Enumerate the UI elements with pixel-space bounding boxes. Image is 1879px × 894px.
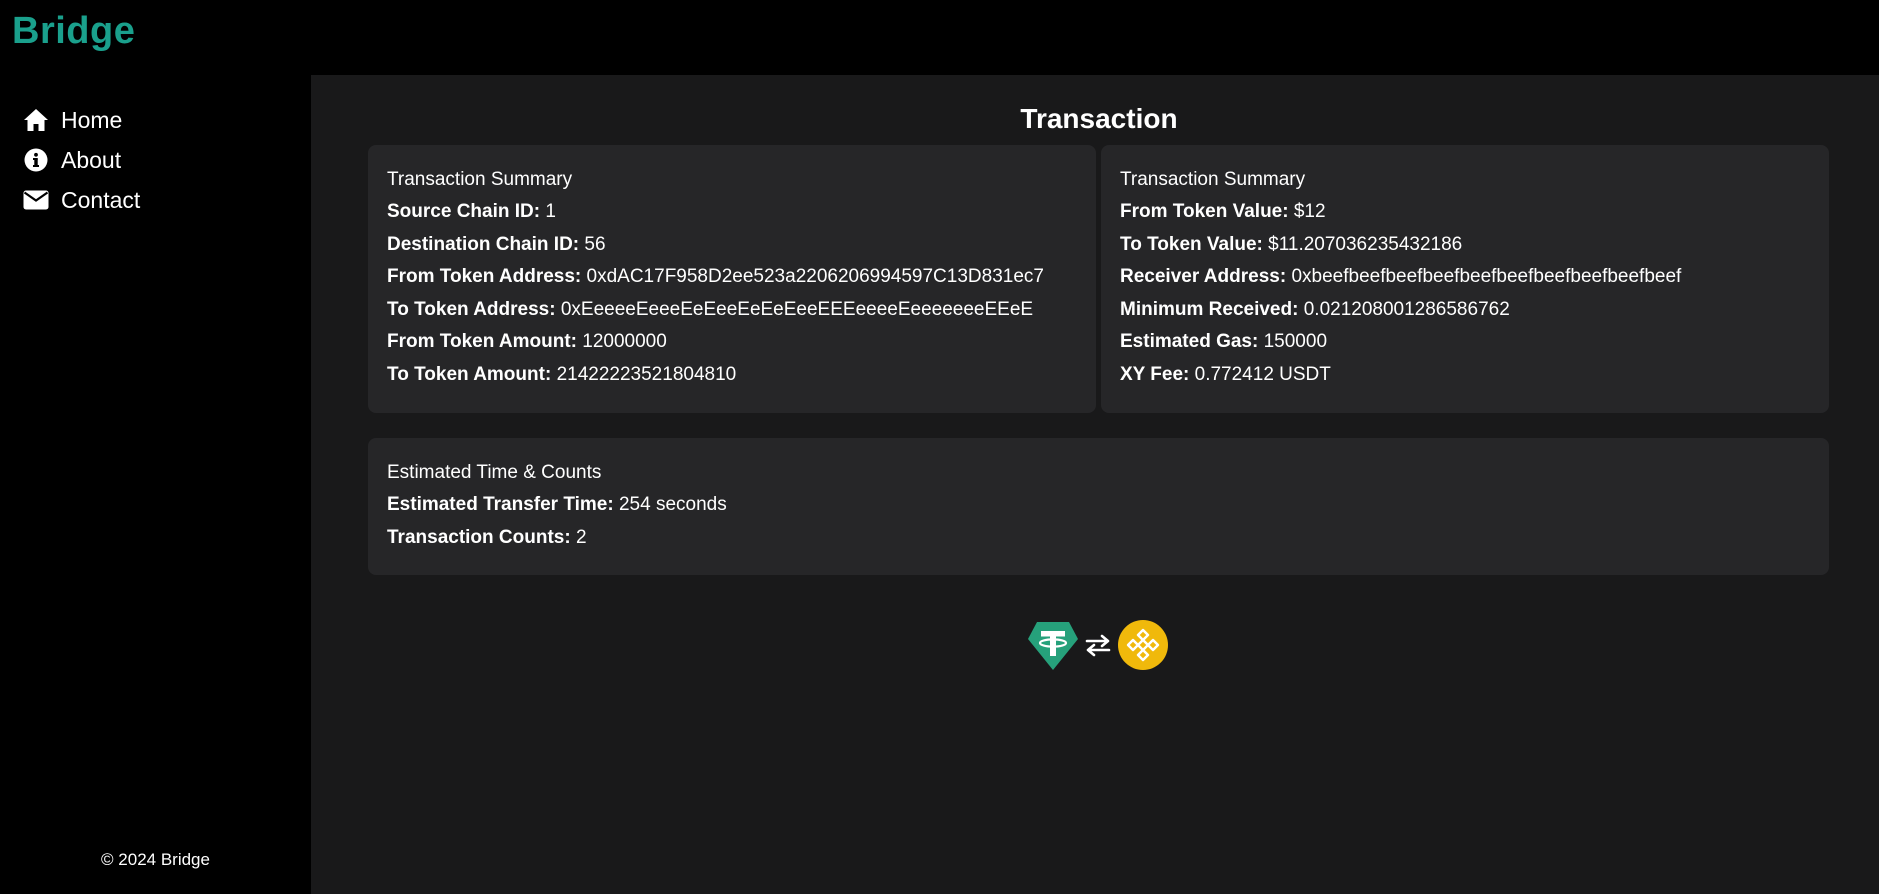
row-label: From Token Address: — [387, 266, 582, 287]
row-label: From Token Value: — [1120, 201, 1289, 222]
summary-row: Source Chain ID: 1 — [387, 201, 1077, 223]
row-label: Receiver Address: — [1120, 266, 1287, 287]
row-label: Source Chain ID: — [387, 201, 541, 222]
card-heading: Transaction Summary — [387, 169, 573, 190]
row-value: 1 — [545, 201, 556, 222]
envelope-icon — [23, 187, 49, 213]
sidebar-item-label: Home — [61, 106, 123, 133]
summary-row: From Token Address: 0xdAC17F958D2ee523a2… — [387, 266, 1077, 288]
row-value: 12000000 — [582, 331, 667, 352]
summary-row: Transaction Counts: 2 — [387, 527, 1810, 549]
row-value: 56 — [584, 233, 606, 255]
row-label: From Token Amount: — [387, 331, 577, 352]
row-label: To Token Address: — [387, 298, 556, 320]
sidebar-nav: Home About Contact — [0, 100, 311, 220]
row-value: 0xEeeeeEeeeEeEeeEeEeEeeEEEeeeeEeeeeeeeEE… — [560, 298, 1034, 320]
row-value: 2 — [575, 526, 587, 548]
row-label: To Token Amount: — [387, 363, 552, 385]
brand-logo[interactable]: Bridge — [12, 10, 135, 53]
row-label: To Token Value: — [1120, 233, 1263, 255]
row-label: XY Fee: — [1120, 363, 1190, 385]
row-value: 0xbeefbeefbeefbeefbeefbeefbeefbeefbeefbe… — [1291, 266, 1682, 287]
row-value: 0.021208001286586762 — [1303, 298, 1510, 320]
estimated-time-card: Estimated Time & Counts Estimated Transf… — [368, 438, 1829, 575]
sidebar-item-label: Contact — [61, 186, 141, 213]
row-label: Minimum Received: — [1120, 298, 1299, 320]
swap-arrows-icon — [1083, 633, 1113, 662]
card-heading: Estimated Time & Counts — [387, 462, 602, 483]
summary-row: From Token Value: $12 — [1120, 201, 1810, 223]
row-value: 21422223521804810 — [556, 363, 737, 385]
summary-row: Estimated Gas: 150000 — [1120, 331, 1810, 353]
summary-row: To Token Address: 0xEeeeeEeeeEeEeeEeEeEe… — [387, 299, 1077, 321]
summary-row: Receiver Address: 0xbeefbeefbeefbeefbeef… — [1120, 266, 1810, 288]
page-title: Transaction — [1020, 103, 1178, 134]
row-value: 254 seconds — [618, 494, 727, 515]
summary-row: To Token Value: $11.207036235432186 — [1120, 234, 1810, 256]
row-label: Destination Chain ID: — [387, 233, 580, 255]
summary-row: XY Fee: 0.772412 USDT — [1120, 364, 1810, 386]
row-label: Estimated Gas: — [1120, 331, 1259, 352]
info-icon — [23, 147, 49, 173]
summary-row: From Token Amount: 12000000 — [387, 331, 1077, 353]
summary-row: Destination Chain ID: 56 — [387, 234, 1077, 256]
sidebar-item-home[interactable]: Home — [0, 100, 311, 140]
sidebar-item-contact[interactable]: Contact — [0, 180, 311, 220]
tether-usdt-icon — [1027, 619, 1079, 676]
row-label: Estimated Transfer Time: — [387, 494, 614, 515]
row-value: 0xdAC17F958D2ee523a2206206994597C13D831e… — [586, 266, 1044, 287]
card-heading: Transaction Summary — [1120, 169, 1306, 190]
home-icon — [23, 107, 49, 133]
bnb-icon — [1117, 619, 1169, 676]
row-label: Transaction Counts: — [387, 526, 571, 548]
row-value: 150000 — [1263, 331, 1328, 352]
summary-row: Minimum Received: 0.021208001286586762 — [1120, 299, 1810, 321]
sidebar: Home About Contact — [0, 75, 311, 894]
main-content: Transaction Transaction Summary Source C… — [311, 75, 1879, 894]
sidebar-item-about[interactable]: About — [0, 140, 311, 180]
sidebar-footer: © 2024 Bridge — [101, 850, 210, 869]
row-value: $12 — [1293, 201, 1326, 222]
token-pair-icons — [1027, 619, 1169, 676]
token-value-summary-card: Transaction Summary From Token Value: $1… — [1101, 145, 1829, 413]
row-value: $11.207036235432186 — [1268, 233, 1463, 255]
row-value: 0.772412 USDT — [1194, 363, 1331, 385]
sidebar-item-label: About — [61, 146, 122, 173]
summary-row: Estimated Transfer Time: 254 seconds — [387, 494, 1810, 516]
summary-row: To Token Amount: 21422223521804810 — [387, 364, 1077, 386]
transaction-summary-card: Transaction Summary Source Chain ID: 1 D… — [368, 145, 1096, 413]
